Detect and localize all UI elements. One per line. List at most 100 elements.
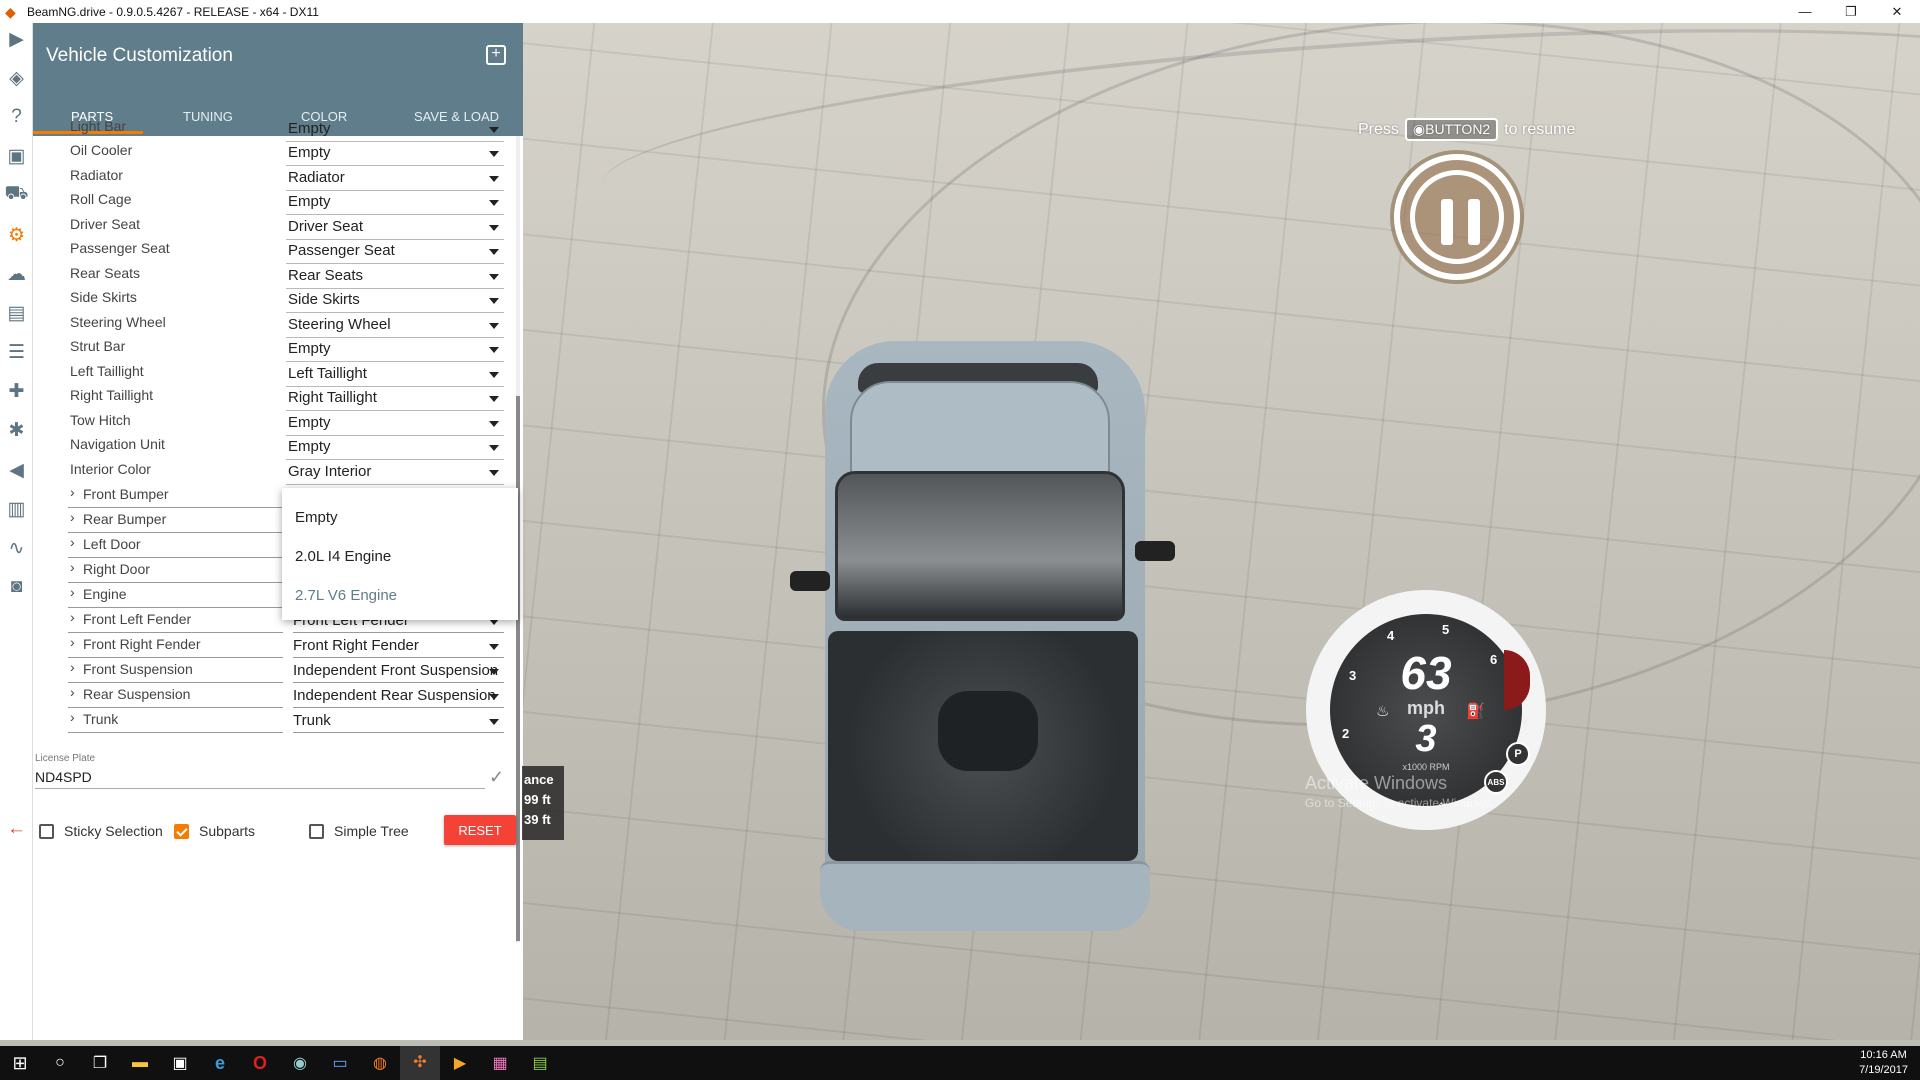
- part-row-radiator: Radiator Radiator: [33, 167, 504, 191]
- add-window-icon[interactable]: +: [486, 45, 506, 65]
- cortana-icon[interactable]: ○: [40, 1054, 80, 1072]
- dropdown-arrow-icon: [489, 669, 499, 675]
- part-select[interactable]: Empty: [286, 193, 504, 215]
- subpart-select[interactable]: Independent Front Suspension: [293, 662, 504, 683]
- part-select[interactable]: Rear Seats: [286, 267, 504, 289]
- paint-app-icon[interactable]: ▦: [480, 1053, 520, 1073]
- layers-icon[interactable]: ◈: [0, 62, 33, 94]
- parking-brake-icon: P: [1506, 742, 1530, 766]
- dropdown-arrow-icon: [489, 225, 499, 231]
- dropdown-option-selected[interactable]: 2.7L V6 Engine: [295, 587, 397, 604]
- gear-icon[interactable]: ⚙: [0, 219, 33, 251]
- windows-start-icon[interactable]: ⊞: [0, 1053, 40, 1074]
- play-icon[interactable]: ▶: [0, 23, 33, 55]
- dropdown-arrow-icon: [489, 421, 499, 427]
- subpart-select[interactable]: Independent Rear Suspension: [293, 687, 504, 708]
- car-left-mirror: [790, 571, 830, 591]
- headlight-icon: ◐: [1522, 714, 1532, 731]
- license-plate-input[interactable]: ND4SPD: [35, 769, 92, 785]
- part-select[interactable]: Side Skirts: [286, 291, 504, 313]
- part-select[interactable]: Gray Interior: [286, 463, 504, 485]
- chevron-right-icon: ›: [70, 584, 75, 600]
- chevron-right-icon: ›: [70, 709, 75, 725]
- window-controls: — ❐ ✕: [1782, 0, 1920, 23]
- car-front-bumper: [820, 861, 1150, 931]
- simple-tree-checkbox[interactable]: Simple Tree: [309, 822, 409, 840]
- dropdown-option[interactable]: Empty: [295, 509, 338, 526]
- subpart-row-front-suspension[interactable]: › Front Suspension Independent Front Suspe…: [33, 658, 504, 683]
- camera-icon[interactable]: ◙: [0, 571, 33, 603]
- scrollbar-thumb[interactable]: [516, 396, 520, 941]
- engine-dropdown-menu: Empty 2.0L I4 Engine 2.7L V6 Engine: [282, 488, 518, 620]
- monitor-app-icon[interactable]: ▭: [320, 1053, 360, 1073]
- subparts-checkbox[interactable]: Subparts: [174, 822, 255, 840]
- car-icon[interactable]: ⛟: [0, 179, 33, 211]
- chevron-right-icon: ›: [70, 634, 75, 650]
- dropdown-arrow-icon: [489, 719, 499, 725]
- dropdown-arrow-icon: [489, 176, 499, 182]
- dropdown-arrow-icon: [489, 347, 499, 353]
- part-row-navigation-unit: Navigation Unit Empty: [33, 436, 504, 460]
- part-select[interactable]: Empty: [286, 414, 504, 436]
- beamng-icon[interactable]: ✣: [400, 1046, 440, 1080]
- dropdown-arrow-icon: [489, 323, 499, 329]
- part-select[interactable]: Empty: [286, 144, 504, 166]
- film-icon[interactable]: ▣: [0, 140, 33, 172]
- part-select[interactable]: Empty: [286, 120, 504, 142]
- part-select[interactable]: Left Taillight: [286, 365, 504, 387]
- chevron-right-icon: ›: [70, 534, 75, 550]
- maximize-button[interactable]: ❐: [1828, 0, 1874, 23]
- button2-badge: ◉BUTTON2: [1404, 118, 1499, 141]
- part-select[interactable]: Right Taillight: [286, 389, 504, 411]
- dropdown-option[interactable]: 2.0L I4 Engine: [295, 548, 391, 565]
- part-select[interactable]: Empty: [286, 438, 504, 460]
- dropdown-arrow-icon: [489, 127, 499, 133]
- minimize-button[interactable]: —: [1782, 0, 1828, 23]
- pause-icon[interactable]: [1394, 154, 1520, 280]
- activate-windows-watermark: Activate Windows Go to Settings to activ…: [1305, 773, 1495, 810]
- task-view-icon[interactable]: ❐: [80, 1053, 120, 1073]
- part-select[interactable]: Empty: [286, 340, 504, 362]
- subpart-row-front-right-fender[interactable]: › Front Right Fender Front Right Fender: [33, 633, 504, 658]
- reset-button[interactable]: RESET: [444, 815, 516, 845]
- close-button[interactable]: ✕: [1874, 0, 1920, 23]
- dropdown-arrow-icon: [489, 694, 499, 700]
- sliders-icon[interactable]: ☰: [0, 336, 33, 368]
- store-icon[interactable]: ▣: [160, 1053, 200, 1073]
- taskbar-clock[interactable]: 10:16 AM 7/19/2017: [1859, 1048, 1908, 1078]
- sticky-selection-checkbox[interactable]: Sticky Selection: [39, 822, 163, 840]
- dropdown-arrow-icon: [489, 249, 499, 255]
- confirm-check-icon[interactable]: ✓: [489, 767, 504, 788]
- bug-icon[interactable]: ✱: [0, 414, 33, 446]
- notepad-app-icon[interactable]: ▤: [520, 1053, 560, 1073]
- gamepad-icon[interactable]: ✚: [0, 375, 33, 407]
- media-app-icon[interactable]: ▶: [440, 1053, 480, 1073]
- blender-icon[interactable]: ◍: [360, 1053, 400, 1073]
- part-select[interactable]: Passenger Seat: [286, 242, 504, 264]
- engine-bay: [828, 631, 1138, 861]
- window-titlebar: ◆ BeamNG.drive - 0.9.0.5.4267 - RELEASE …: [0, 0, 1920, 23]
- part-select[interactable]: Steering Wheel: [286, 316, 504, 338]
- cloud-icon[interactable]: ☁: [0, 258, 33, 290]
- file-explorer-icon[interactable]: ▬: [120, 1054, 160, 1072]
- subpart-row-rear-suspension[interactable]: › Rear Suspension Independent Rear Suspens…: [33, 683, 504, 708]
- route-icon[interactable]: ∿: [0, 532, 33, 564]
- windows-taskbar: ⊞ ○ ❐ ▬ ▣ e O ◉ ▭ ◍ ✣ ▶ ▦ ▤ 10:16 AM 7/1…: [0, 1046, 1920, 1080]
- volume-icon[interactable]: ◀: [0, 454, 33, 486]
- subpart-select[interactable]: Trunk: [293, 712, 504, 733]
- chevron-right-icon: ›: [70, 684, 75, 700]
- app-sidebar: ▶ ◈ ? ▣ ⛟ ⚙ ☁ ▤ ☰ ✚ ✱ ◀ ▥ ∿ ◙ ←: [0, 23, 33, 1040]
- chevron-right-icon: ›: [70, 509, 75, 525]
- back-arrow-icon[interactable]: ←: [0, 813, 33, 845]
- part-select[interactable]: Radiator: [286, 169, 504, 191]
- part-select[interactable]: Driver Seat: [286, 218, 504, 240]
- subpart-select[interactable]: Front Right Fender: [293, 637, 504, 658]
- subpart-row-trunk[interactable]: › Trunk Trunk: [33, 708, 504, 733]
- opera-icon[interactable]: O: [240, 1053, 280, 1074]
- help-icon[interactable]: ?: [0, 101, 33, 133]
- layout-icon[interactable]: ▤: [0, 297, 33, 329]
- dropdown-arrow-icon: [489, 200, 499, 206]
- edge-icon[interactable]: e: [200, 1053, 240, 1074]
- chart-icon[interactable]: ▥: [0, 493, 33, 525]
- steam-icon[interactable]: ◉: [280, 1053, 320, 1073]
